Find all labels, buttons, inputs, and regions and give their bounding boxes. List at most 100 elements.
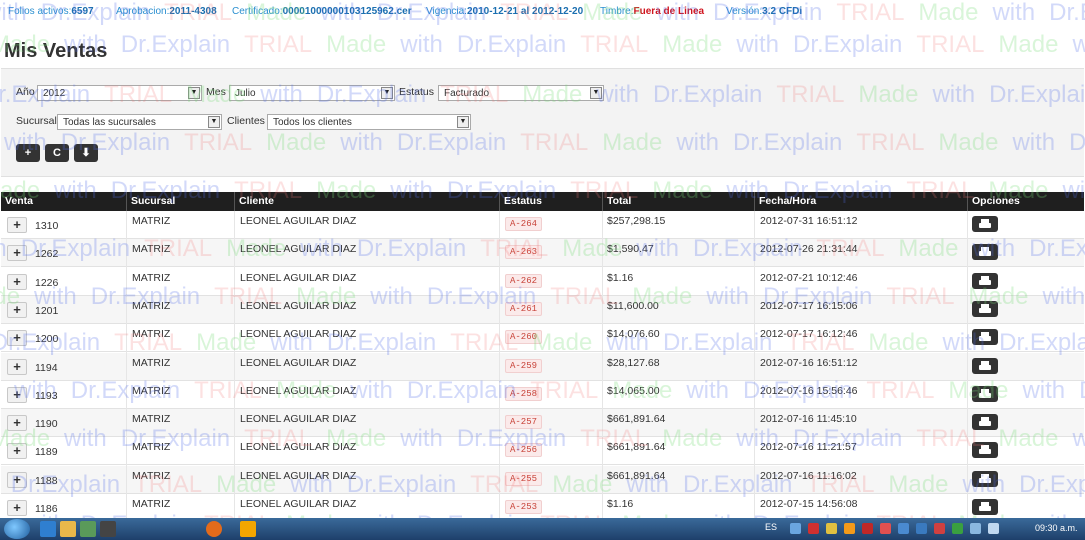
th-sucursal[interactable]: Sucursal	[126, 192, 234, 211]
print-button[interactable]	[972, 244, 998, 260]
info-bar: Folios activos:6597 Aprobacion:2011-4308…	[0, 0, 1085, 24]
add-button[interactable]: +	[16, 144, 40, 162]
expand-button[interactable]: +	[7, 472, 27, 488]
sucursal-cell: MATRIZ	[132, 385, 171, 397]
expand-button[interactable]: +	[7, 415, 27, 431]
timbre-value: Fuera de Linea	[633, 6, 705, 17]
firefox-icon[interactable]	[206, 521, 222, 537]
sucursal-label: Sucursal	[16, 115, 57, 127]
status-badge: A-256	[505, 443, 543, 457]
windows-taskbar: ES 09:30 a.m.	[0, 518, 1085, 540]
tray-icon[interactable]	[880, 523, 891, 534]
fecha-cell: 2012-07-21 10:12:46	[760, 272, 858, 284]
tray-icon[interactable]	[790, 523, 801, 534]
ie-icon[interactable]	[40, 521, 56, 537]
print-button[interactable]	[972, 471, 998, 487]
download-button[interactable]: ⬇	[74, 144, 98, 162]
th-total[interactable]: Total	[602, 192, 754, 211]
print-button[interactable]	[972, 442, 998, 458]
table-row: +1188 MATRIZ LEONEL AGUILAR DIAZ A-255 $661,…	[1, 466, 1084, 494]
clock[interactable]: 09:30 a.m.	[1035, 523, 1078, 533]
total-cell: $14,076.60	[607, 328, 660, 340]
sucursal-cell: MATRIZ	[132, 357, 171, 369]
table-row: +1193 MATRIZ LEONEL AGUILAR DIAZ A-258 $14,0…	[1, 381, 1084, 409]
tray-icon[interactable]	[826, 523, 837, 534]
page-title: Mis Ventas	[4, 40, 108, 62]
total-cell: $28,127.68	[607, 357, 660, 369]
fecha-cell: 2012-07-16 11:16:02	[760, 470, 857, 482]
th-cliente[interactable]: Cliente	[234, 192, 499, 211]
refresh-icon: C	[53, 147, 61, 159]
mes-select[interactable]: Julio ▼	[229, 85, 395, 101]
version-value: 3.2 CFDi	[762, 6, 803, 17]
anio-value: 2012	[43, 88, 66, 99]
tray-icon[interactable]	[916, 523, 927, 534]
fecha-cell: 2012-07-17 16:12:46	[760, 328, 858, 340]
th-fecha[interactable]: Fecha/Hora	[754, 192, 967, 211]
refresh-button[interactable]: C	[45, 144, 69, 162]
fecha-cell: 2012-07-15 14:56:08	[760, 498, 858, 510]
print-button[interactable]	[972, 301, 998, 317]
expand-button[interactable]: +	[7, 500, 27, 516]
network-icon[interactable]	[970, 523, 981, 534]
venta-cell: 1193	[35, 390, 58, 402]
print-button[interactable]	[972, 499, 998, 515]
table-row: +1310 MATRIZ LEONEL AGUILAR DIAZ A-264 $257,…	[1, 211, 1084, 239]
tray-icon[interactable]	[934, 523, 945, 534]
watermark-with: with	[1072, 31, 1085, 58]
certificado: Certificado:00001000000103125962.cer	[232, 6, 412, 17]
print-button[interactable]	[972, 329, 998, 345]
expand-button[interactable]: +	[7, 359, 27, 375]
print-button[interactable]	[972, 273, 998, 289]
sucursal-select[interactable]: Todas las sucursales ▼	[57, 114, 222, 130]
print-button[interactable]	[972, 216, 998, 232]
tray-icon[interactable]	[844, 523, 855, 534]
tray-icon[interactable]	[808, 523, 819, 534]
expand-button[interactable]: +	[7, 387, 27, 403]
th-venta[interactable]: Venta	[1, 192, 126, 211]
office-icon[interactable]	[240, 521, 256, 537]
th-estatus[interactable]: Estatus	[499, 192, 602, 211]
watermark-with: with	[736, 31, 780, 58]
expand-button[interactable]: +	[7, 217, 27, 233]
folder-icon[interactable]	[60, 521, 76, 537]
expand-button[interactable]: +	[7, 245, 27, 261]
print-button[interactable]	[972, 414, 998, 430]
start-button[interactable]	[4, 519, 30, 539]
expand-button[interactable]: +	[7, 330, 27, 346]
venta-cell: 1194	[35, 362, 58, 374]
anio-select[interactable]: 2012 ▼	[37, 85, 202, 101]
estatus-select[interactable]: Facturado ▼	[438, 85, 604, 101]
cliente-cell: LEONEL AGUILAR DIAZ	[240, 328, 357, 340]
tray-icon[interactable]	[952, 523, 963, 534]
volume-icon[interactable]	[988, 523, 999, 534]
app-icon[interactable]	[80, 521, 96, 537]
estatus-value: Facturado	[444, 88, 490, 99]
app-icon[interactable]	[100, 521, 116, 537]
venta-cell: 1190	[35, 418, 58, 430]
status-badge: A-258	[505, 387, 543, 401]
tray-icon[interactable]	[898, 523, 909, 534]
cliente-cell: LEONEL AGUILAR DIAZ	[240, 470, 357, 482]
cliente-cell: LEONEL AGUILAR DIAZ	[240, 215, 357, 227]
clientes-select[interactable]: Todos los clientes ▼	[267, 114, 471, 130]
tray-icon[interactable]	[862, 523, 873, 534]
vigencia-value: 2010-12-21 al 2012-12-20	[466, 6, 584, 17]
expand-button[interactable]: +	[7, 274, 27, 290]
sucursal-cell: MATRIZ	[132, 413, 171, 425]
total-cell: $661,891.64	[607, 413, 666, 425]
table-row: +1200 MATRIZ LEONEL AGUILAR DIAZ A-260 $14,0…	[1, 324, 1084, 352]
chevron-down-icon: ▼	[208, 116, 220, 128]
sucursal-cell: MATRIZ	[132, 498, 171, 510]
print-button[interactable]	[972, 358, 998, 374]
certificado-value: 00001000000103125962.cer	[282, 6, 412, 17]
chevron-down-icon: ▼	[188, 87, 200, 99]
print-button[interactable]	[972, 386, 998, 402]
expand-button[interactable]: +	[7, 302, 27, 318]
venta-cell: 1201	[35, 305, 59, 317]
aprobacion-value: 2011-4308	[169, 6, 217, 17]
expand-button[interactable]: +	[7, 443, 27, 459]
venta-cell: 1262	[35, 248, 59, 260]
language-indicator[interactable]: ES	[765, 522, 777, 532]
status-badge: A-264	[505, 217, 543, 231]
